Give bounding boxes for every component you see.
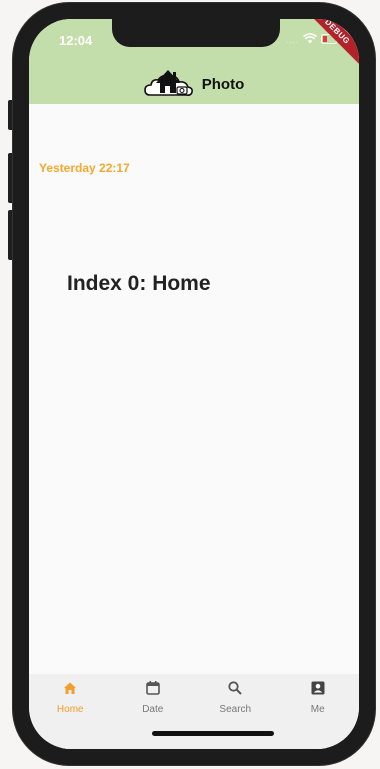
app-bar: 12:04 .... DEBUG Photo	[29, 19, 359, 104]
person-icon	[310, 680, 326, 701]
home-icon	[62, 680, 78, 701]
notch	[112, 19, 280, 47]
bottom-navigation: Home Date Search Me	[29, 674, 359, 749]
nav-label-me: Me	[310, 704, 325, 715]
app-title: Photo	[201, 75, 245, 93]
nav-item-date[interactable]: Date	[118, 680, 188, 749]
page-index-text: Index 0: Home	[67, 272, 211, 295]
timestamp-label: Yesterday 22:17	[39, 161, 130, 175]
nav-item-search[interactable]: Search	[200, 680, 270, 749]
app-title-row: Photo	[29, 64, 359, 104]
status-time: 12:04	[59, 33, 93, 48]
device-stage: 12:04 .... DEBUG Photo Yesterday 22:17 I…	[0, 0, 380, 769]
signal-dots: ....	[286, 35, 299, 45]
home-indicator[interactable]	[152, 731, 274, 736]
nav-label-date: Date	[142, 704, 164, 715]
nav-item-home[interactable]: Home	[35, 680, 105, 749]
search-icon	[227, 680, 243, 701]
wifi-icon	[303, 31, 317, 49]
calendar-icon	[145, 680, 161, 701]
house-cloud-photo-icon	[143, 65, 194, 104]
nav-label-home: Home	[56, 704, 84, 715]
main-content: Yesterday 22:17 Index 0: Home	[29, 104, 359, 674]
phone-frame: 12:04 .... DEBUG Photo Yesterday 22:17 I…	[13, 3, 375, 765]
nav-label-search: Search	[219, 704, 252, 715]
nav-item-me[interactable]: Me	[283, 680, 353, 749]
screen: 12:04 .... DEBUG Photo Yesterday 22:17 I…	[29, 19, 359, 749]
